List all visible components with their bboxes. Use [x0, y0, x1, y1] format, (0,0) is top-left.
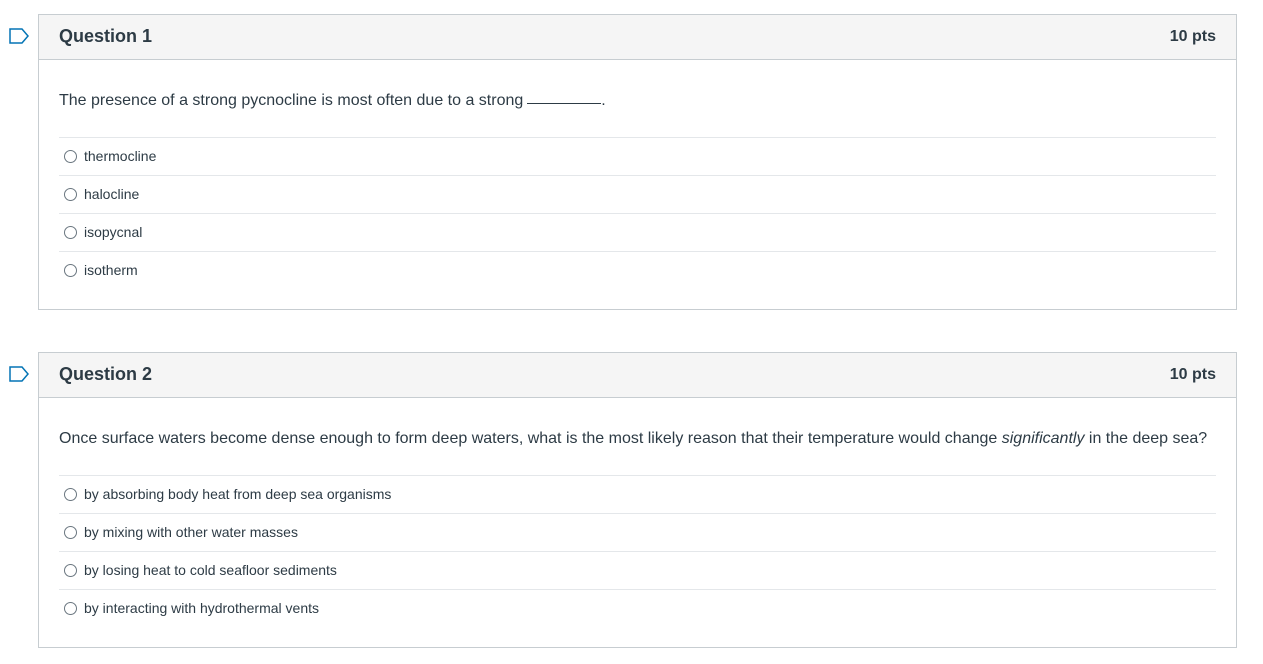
question-text-emphasis: significantly	[1001, 430, 1085, 447]
radio-button[interactable]	[64, 188, 77, 201]
radio-button[interactable]	[64, 602, 77, 615]
answer-option[interactable]: isopycnal	[59, 213, 1216, 251]
question-2-card: Question 2 10 pts Once surface waters be…	[38, 352, 1237, 648]
radio-button[interactable]	[64, 264, 77, 277]
answer-option[interactable]: by absorbing body heat from deep sea org…	[59, 475, 1216, 513]
question-points: 10 pts	[1169, 28, 1216, 45]
question-header: Question 1 10 pts	[39, 15, 1236, 60]
fill-blank	[527, 103, 602, 104]
flag-question-1-icon[interactable]	[9, 28, 29, 44]
question-title: Question 1	[59, 26, 153, 46]
answer-label: halocline	[84, 186, 140, 202]
answer-label: by interacting with hydrothermal vents	[84, 600, 319, 616]
answer-option[interactable]: thermocline	[59, 137, 1216, 175]
question-header: Question 2 10 pts	[39, 353, 1236, 398]
answer-label: isotherm	[84, 262, 138, 278]
answer-option[interactable]: by mixing with other water masses	[59, 513, 1216, 551]
radio-button[interactable]	[64, 564, 77, 577]
answer-label: thermocline	[84, 148, 157, 164]
flag-question-2-icon[interactable]	[9, 366, 29, 382]
answer-option[interactable]: by losing heat to cold seafloor sediment…	[59, 551, 1216, 589]
question-text: Once surface waters become dense enough …	[59, 430, 1207, 448]
question-text: The presence of a strong pycnocline is m…	[59, 92, 606, 110]
answer-list: thermocline halocline isopycnal isotherm	[59, 137, 1216, 289]
answer-option[interactable]: halocline	[59, 175, 1216, 213]
radio-button[interactable]	[64, 226, 77, 239]
answer-option[interactable]: by interacting with hydrothermal vents	[59, 589, 1216, 627]
radio-button[interactable]	[64, 526, 77, 539]
question-1-card: Question 1 10 pts The presence of a stro…	[38, 14, 1237, 310]
answer-label: isopycnal	[84, 224, 143, 240]
answer-label: by losing heat to cold seafloor sediment…	[84, 562, 337, 578]
question-text-after: in the deep sea?	[1084, 430, 1208, 447]
answer-label: by absorbing body heat from deep sea org…	[84, 486, 392, 502]
answer-label: by mixing with other water masses	[84, 524, 298, 540]
question-text-before: Once surface waters become dense enough …	[59, 430, 1002, 447]
answer-list: by absorbing body heat from deep sea org…	[59, 475, 1216, 627]
question-points: 10 pts	[1169, 366, 1216, 383]
radio-button[interactable]	[64, 150, 77, 163]
radio-button[interactable]	[64, 488, 77, 501]
question-text-suffix: .	[601, 92, 606, 109]
question-text-main: The presence of a strong pycnocline is m…	[59, 92, 524, 109]
question-title: Question 2	[59, 364, 153, 384]
answer-option[interactable]: isotherm	[59, 251, 1216, 289]
